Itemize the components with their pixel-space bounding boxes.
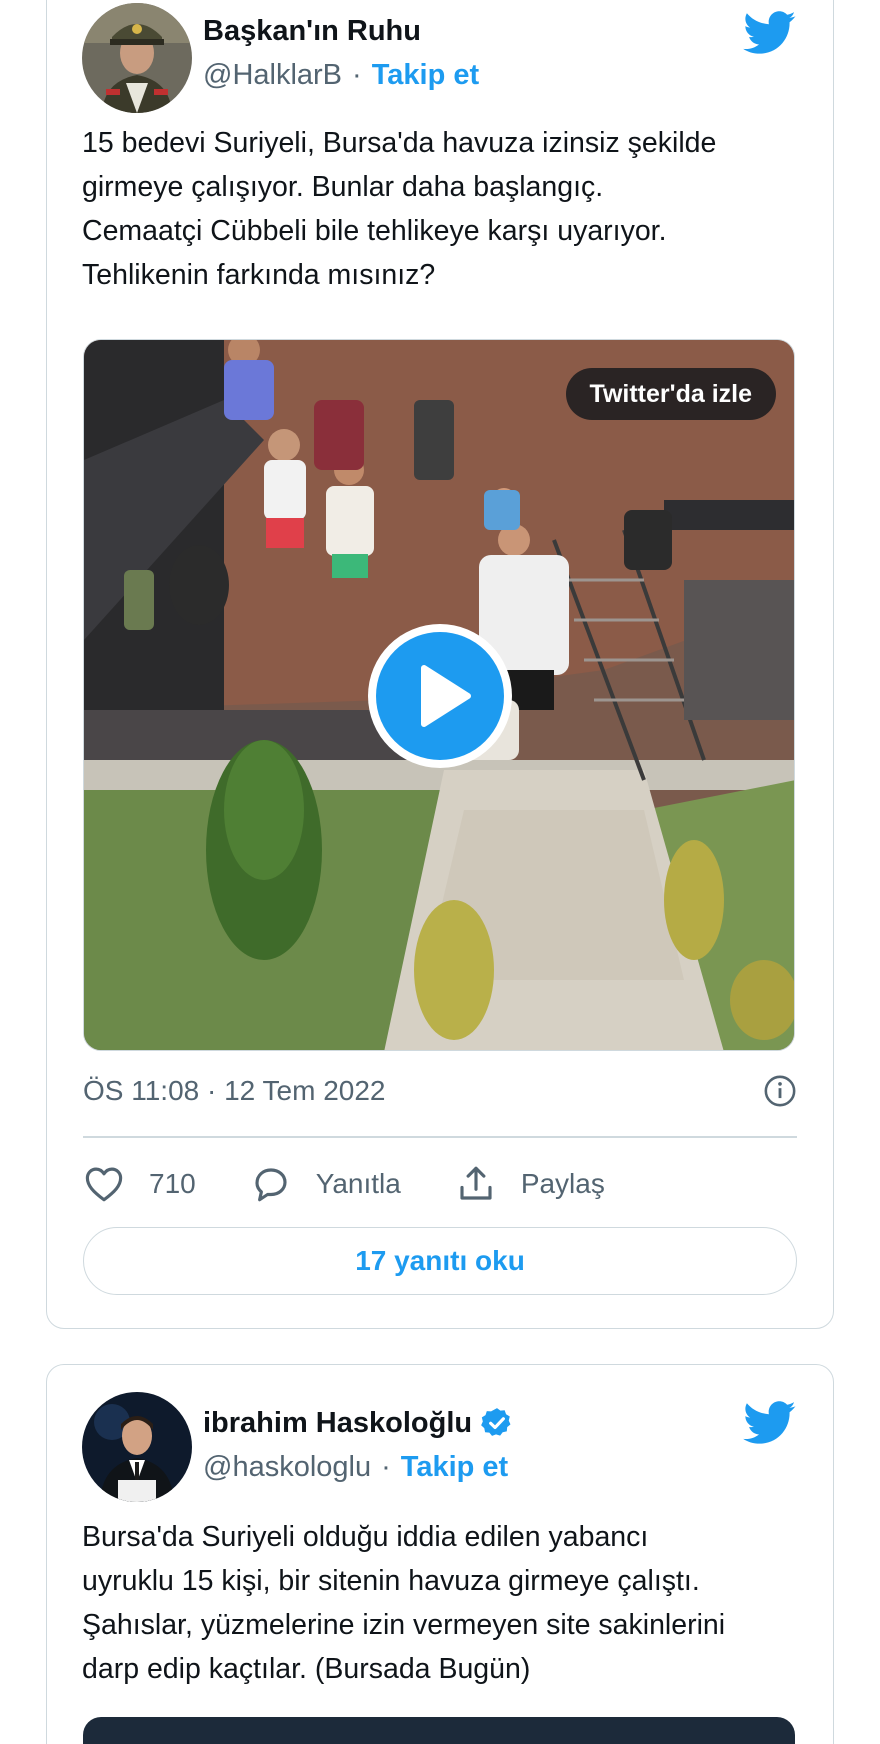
play-icon[interactable] — [366, 622, 514, 770]
avatar[interactable] — [82, 1392, 192, 1502]
separator-dot: · — [352, 59, 362, 91]
tweet-text-line: darp edip kaçtılar. (Bursada Bugün) — [82, 1653, 531, 1685]
divider — [83, 1136, 797, 1138]
share-icon — [460, 1166, 492, 1200]
reply-button[interactable]: Yanıtla — [250, 1163, 401, 1205]
tweet-text: 15 bedevi Suriyeli, Bursa'da havuza izin… — [82, 121, 802, 297]
tweet-card-2: ibrahim Haskoloğlu @haskologlu · Takip e… — [46, 1364, 834, 1744]
share-label: Paylaş — [520, 1168, 605, 1199]
reply-label: Yanıtla — [315, 1168, 401, 1199]
tweet-text-line: Bursa'da Suriyeli olduğu iddia edilen ya… — [82, 1521, 649, 1553]
like-count: 710 — [149, 1168, 196, 1199]
timestamp-row: ÖS 11:08 · 12 Tem 2022 — [83, 1069, 797, 1113]
video-player[interactable]: Twitter'da izle — [83, 339, 795, 1051]
tweet-card-1: Başkan'ın Ruhu @HalklarB · Takip et 15 b… — [46, 0, 834, 1329]
action-bar: 710 Yanıtla Paylaş — [83, 1140, 659, 1228]
twitter-bird-icon[interactable] — [743, 1401, 797, 1445]
tweet-text-line: girmeye çalışıyor. Bunlar daha başlangıç… — [82, 171, 604, 203]
tweet-text-line: Şahıslar, yüzmelerine izin vermeyen site… — [82, 1609, 726, 1641]
tweet-text-line: Cemaatçi Cübbeli bile tehlikeye karşı uy… — [82, 215, 667, 247]
heart-icon — [85, 1167, 123, 1202]
handle-row: @haskologlu · Takip et — [203, 1451, 508, 1484]
display-name[interactable]: ibrahim Haskoloğlu — [203, 1407, 472, 1440]
watch-on-twitter-button[interactable]: Twitter'da izle — [565, 368, 776, 420]
tweet-text-line: uyruklu 15 kişi, bir sitenin havuza girm… — [82, 1565, 700, 1597]
like-button[interactable]: 710 — [83, 1163, 196, 1205]
handle[interactable]: @haskologlu — [203, 1451, 371, 1484]
display-name[interactable]: Başkan'ın Ruhu — [203, 15, 421, 48]
author-name-row: Başkan'ın Ruhu — [203, 15, 421, 48]
handle-row: @HalklarB · Takip et — [203, 59, 479, 92]
handle[interactable]: @HalklarB — [203, 59, 342, 92]
share-button[interactable]: Paylaş — [455, 1163, 605, 1205]
timestamp[interactable]: ÖS 11:08 · 12 Tem 2022 — [83, 1075, 386, 1107]
follow-button[interactable]: Takip et — [401, 1451, 508, 1484]
twitter-bird-icon[interactable] — [743, 11, 797, 55]
video-player[interactable] — [83, 1717, 795, 1744]
separator-dot: · — [381, 1451, 391, 1483]
reply-icon — [255, 1168, 287, 1202]
tweet-text: Bursa'da Suriyeli olduğu iddia edilen ya… — [82, 1515, 802, 1691]
tweet-text-line: 15 bedevi Suriyeli, Bursa'da havuza izin… — [82, 127, 717, 159]
verified-badge-icon — [481, 1408, 511, 1436]
author-name-row: ibrahim Haskoloğlu — [203, 1406, 514, 1440]
follow-button[interactable]: Takip et — [372, 59, 479, 92]
info-icon[interactable] — [763, 1074, 797, 1108]
read-replies-button[interactable]: 17 yanıtı oku — [83, 1227, 797, 1295]
avatar[interactable] — [82, 3, 192, 113]
tweet-text-line: Tehlikenin farkında mısınız? — [82, 259, 436, 291]
